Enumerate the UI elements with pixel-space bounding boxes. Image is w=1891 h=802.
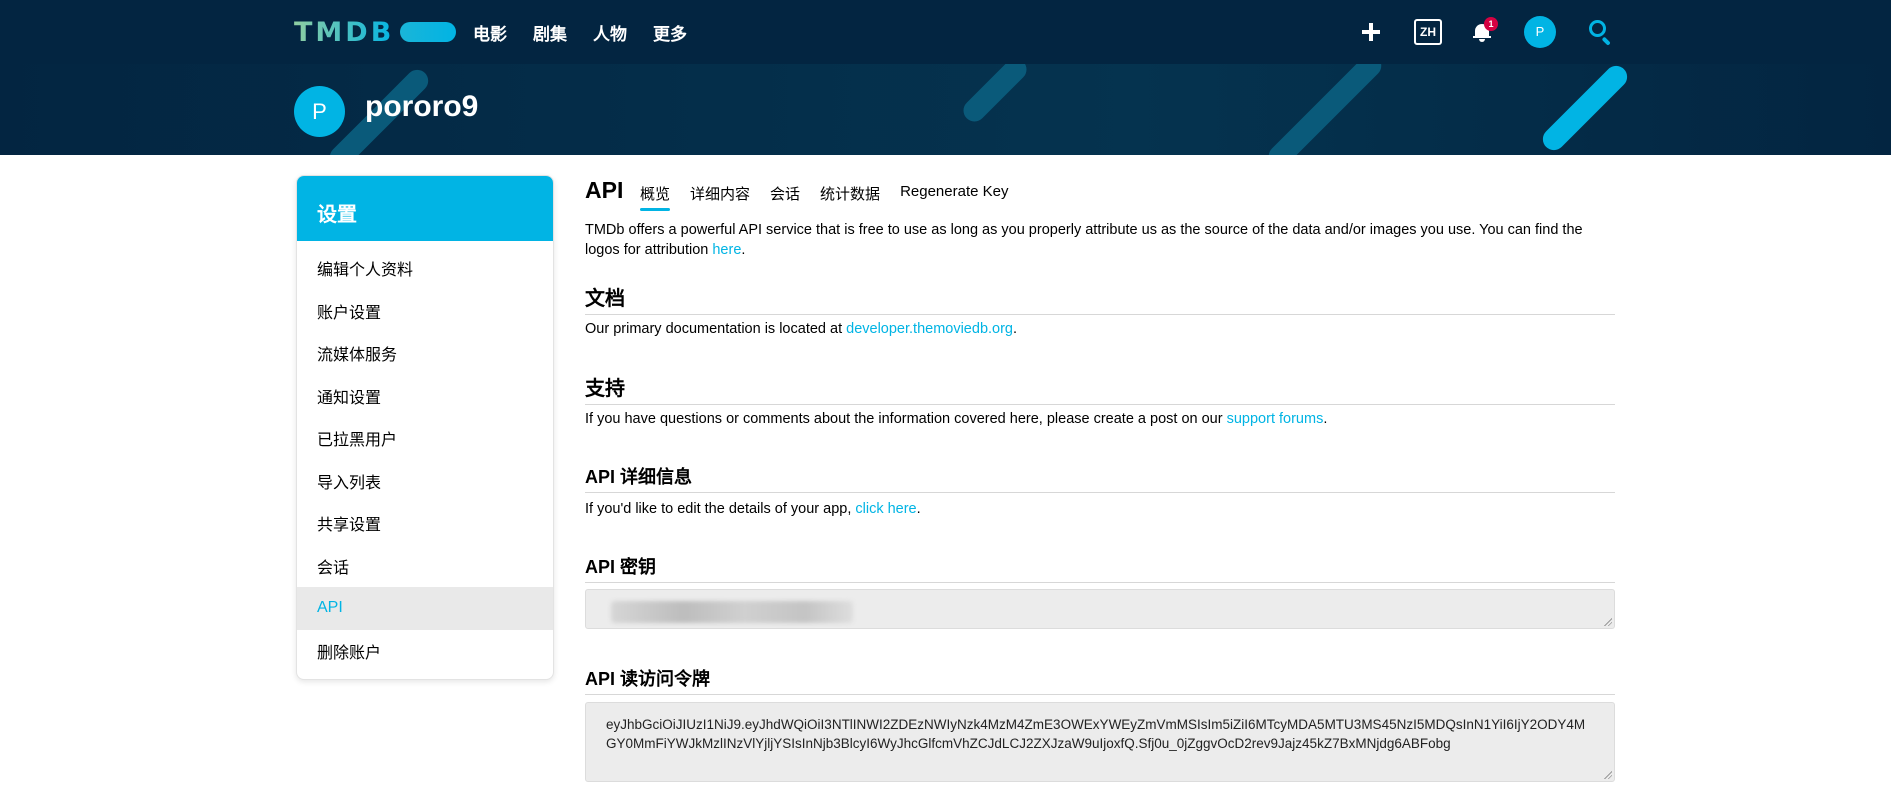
resize-handle[interactable] [1604, 771, 1612, 779]
support-text: If you have questions or comments about … [585, 411, 1227, 427]
main-menu: 电影 剧集 人物 更多 [473, 20, 687, 45]
docs-text: Our primary documentation is located at [585, 321, 847, 337]
sidebar-item-api[interactable]: API [297, 587, 553, 630]
user-avatar[interactable]: P [1524, 16, 1556, 48]
nav-more[interactable]: 更多 [653, 20, 687, 45]
tmdb-logo[interactable]: TMDB [294, 16, 457, 48]
sidebar-menu: 编辑个人资料 账户设置 流媒体服务 通知设置 已拉黑用户 导入列表 共享设置 会… [297, 241, 553, 672]
tab-details[interactable]: 详细内容 [690, 183, 750, 204]
read-token-value[interactable]: eyJhbGciOiJIUzI1NiJ9.eyJhdWQiOiI3NTlINWI… [586, 703, 1614, 765]
sidebar-item-edit-profile[interactable]: 编辑个人资料 [297, 247, 553, 290]
api-key-field[interactable] [585, 589, 1615, 629]
sidebar-item-notifications[interactable]: 通知设置 [297, 375, 553, 418]
profile-banner: P pororo9 [0, 64, 1891, 155]
attribution-logos-link[interactable]: here [712, 242, 741, 258]
sidebar-title: 设置 [297, 176, 553, 241]
tab-sessions[interactable]: 会话 [770, 183, 800, 204]
api-key-heading: API 密钥 [585, 553, 1615, 583]
docs-heading: 文档 [585, 282, 1615, 315]
api-tabs: 概览 详细内容 会话 统计数据 Regenerate Key [640, 183, 1008, 211]
banner-stripe [1538, 64, 1632, 155]
settings-sidebar: 设置 编辑个人资料 账户设置 流媒体服务 通知设置 已拉黑用户 导入列表 共享设… [296, 175, 554, 680]
read-token-field[interactable]: eyJhbGciOiJIUzI1NiJ9.eyJhdWQiOiI3NTlINWI… [585, 702, 1615, 782]
tab-regenerate-key[interactable]: Regenerate Key [900, 183, 1008, 204]
tab-statistics[interactable]: 统计数据 [820, 183, 880, 204]
sidebar-item-account-settings[interactable]: 账户设置 [297, 290, 553, 333]
api-details-paragraph: If you'd like to edit the details of you… [585, 501, 921, 517]
intro-paragraph: TMDb offers a powerful API service that … [585, 222, 1583, 258]
plus-icon[interactable] [1361, 18, 1381, 46]
developer-docs-link[interactable]: developer.themoviedb.org [846, 321, 1013, 337]
notification-badge: 1 [1484, 17, 1498, 31]
sidebar-item-blocked-users[interactable]: 已拉黑用户 [297, 417, 553, 460]
tab-overview[interactable]: 概览 [640, 183, 671, 211]
api-details-heading: API 详细信息 [585, 463, 1615, 493]
banner-stripe [958, 64, 1032, 127]
top-navigation-bar: TMDB 电影 剧集 人物 更多 ZH 1 P [0, 0, 1891, 64]
search-icon[interactable] [1589, 20, 1613, 46]
nav-tv-shows[interactable]: 剧集 [533, 20, 567, 45]
logo-pill-shape [400, 22, 457, 42]
docs-paragraph: Our primary documentation is located at … [585, 321, 1018, 337]
language-button[interactable]: ZH [1414, 19, 1442, 45]
profile-username[interactable]: pororo9 [365, 90, 478, 124]
support-heading: 支持 [585, 372, 1615, 405]
logo-text: TMDB [294, 16, 395, 48]
sidebar-item-import-list[interactable]: 导入列表 [297, 460, 553, 503]
sidebar-item-streaming-services[interactable]: 流媒体服务 [297, 332, 553, 375]
redacted-api-key [611, 601, 853, 623]
support-forums-link[interactable]: support forums [1227, 411, 1324, 427]
api-details-text: If you'd like to edit the details of you… [585, 501, 856, 517]
banner-stripe [1264, 64, 1386, 155]
sidebar-item-sessions[interactable]: 会话 [297, 545, 553, 588]
nav-people[interactable]: 人物 [593, 20, 627, 45]
page-title: API [585, 177, 624, 203]
nav-movies[interactable]: 电影 [473, 20, 507, 45]
sidebar-item-sharing-settings[interactable]: 共享设置 [297, 502, 553, 545]
sidebar-item-delete-account[interactable]: 删除账户 [297, 630, 553, 673]
resize-handle[interactable] [1604, 618, 1612, 626]
edit-app-details-link[interactable]: click here [855, 501, 916, 517]
profile-avatar[interactable]: P [294, 86, 345, 137]
support-paragraph: If you have questions or comments about … [585, 411, 1328, 427]
read-token-heading: API 读访问令牌 [585, 665, 1615, 695]
